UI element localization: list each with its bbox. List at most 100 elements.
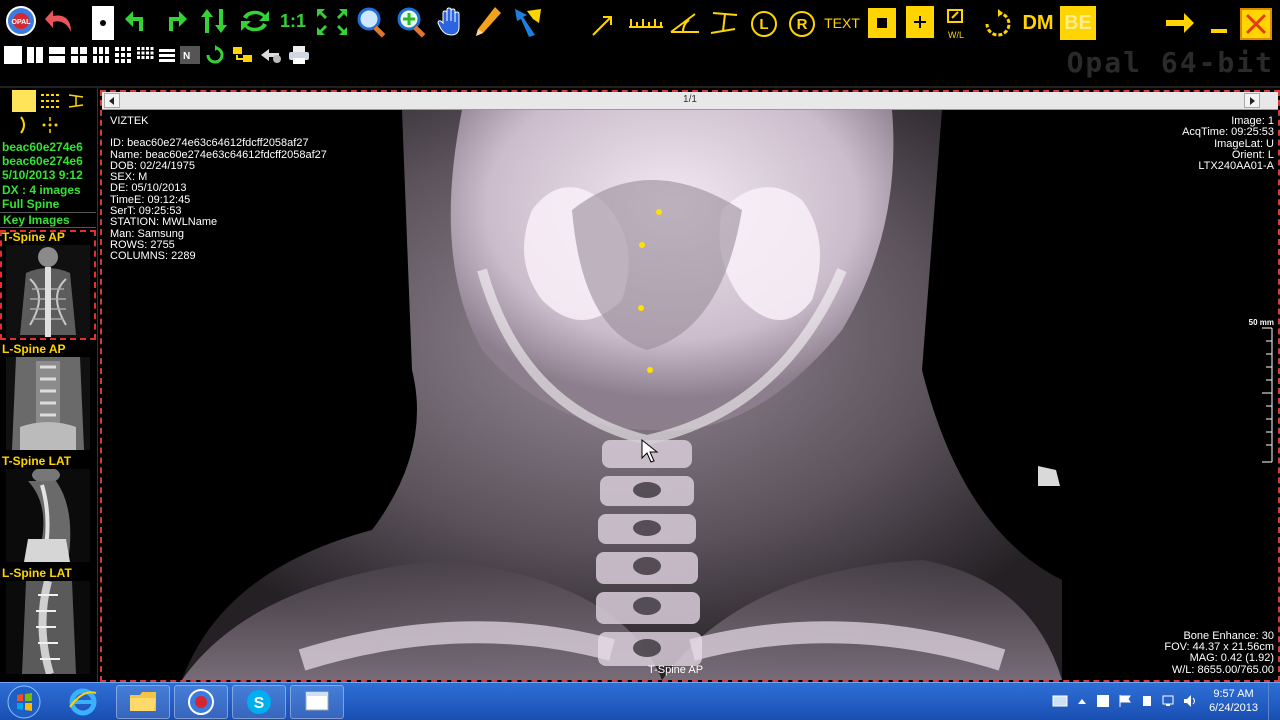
thumbnail-l-spine-ap[interactable]: L-Spine AP <box>0 342 96 452</box>
panel-dots-icon[interactable] <box>38 114 62 136</box>
network-icon[interactable] <box>1160 691 1178 711</box>
clock-time: 9:57 AM <box>1213 688 1254 700</box>
layout-3x2-icon[interactable] <box>92 46 110 64</box>
svg-text:S: S <box>254 695 265 712</box>
panel-sort-icon[interactable] <box>38 90 62 112</box>
panel-highlight-icon[interactable] <box>12 90 36 112</box>
pan-hand-icon[interactable] <box>434 6 466 38</box>
fit-to-window-icon[interactable] <box>314 6 350 38</box>
overlay-mag: MAG: 0.42 (1.92) <box>1189 652 1274 665</box>
zoom-icon[interactable] <box>394 4 430 40</box>
layout-3x3-icon[interactable] <box>114 46 132 64</box>
be-button[interactable]: BE <box>1060 6 1096 40</box>
panel-bracket-icon[interactable] <box>12 114 36 136</box>
layout-4x4-icon[interactable] <box>136 46 154 64</box>
svg-text:OPAL: OPAL <box>12 19 32 26</box>
layout-1x2-icon[interactable] <box>26 46 44 64</box>
cobb-angle-icon[interactable] <box>706 8 742 38</box>
undo-arrow-icon[interactable] <box>42 4 78 38</box>
series-link-icon[interactable] <box>230 44 256 66</box>
left-marker-label: L <box>759 15 769 33</box>
text-tool-label: TEXT <box>824 15 860 31</box>
overlay-institution: VIZTEK <box>110 115 149 127</box>
roi-square-icon[interactable] <box>868 8 896 38</box>
opal-app-icon[interactable] <box>174 685 228 719</box>
image-scrollbar[interactable]: 1/1 <box>102 92 1278 110</box>
layout-1x1-icon[interactable] <box>4 46 22 64</box>
thumbnail-t-spine-lat[interactable]: T-Spine LAT <box>0 454 96 564</box>
show-desktop-button[interactable] <box>1268 683 1280 720</box>
thumbnail-t-spine-ap[interactable]: T-Spine AP <box>0 230 96 340</box>
overlay-columns: COLUMNS: 2289 <box>110 250 196 263</box>
right-marker-label: R <box>796 15 808 33</box>
layout-2x2-icon[interactable] <box>70 46 88 64</box>
flag-icon[interactable] <box>1116 691 1134 711</box>
reset-icon[interactable] <box>982 8 1014 40</box>
thumbnail-label: T-Spine AP <box>2 230 65 244</box>
map-pin-icon[interactable] <box>510 4 546 40</box>
show-hidden-icons[interactable] <box>1074 691 1090 711</box>
system-clock[interactable]: 9:57 AM 6/24/2013 <box>1209 687 1258 715</box>
folder-window-icon[interactable] <box>290 685 344 719</box>
opal-logo-icon[interactable]: OPAL <box>4 4 38 38</box>
actual-size-icon[interactable]: 1:1 <box>276 6 310 36</box>
thumbnail-label: T-Spine LAT <box>2 454 72 468</box>
thumbnail-image <box>6 357 90 450</box>
print-icon[interactable] <box>286 44 312 66</box>
windows-taskbar: S 9:57 AM 6/24/2013 <box>0 682 1280 720</box>
flip-vertical-icon[interactable] <box>198 6 230 36</box>
internet-explorer-icon[interactable] <box>56 685 110 719</box>
tray-app-icon[interactable] <box>1094 691 1112 711</box>
magnifier-icon[interactable] <box>354 4 390 40</box>
minimize-icon[interactable] <box>1204 8 1234 38</box>
refresh-icon[interactable] <box>204 44 226 66</box>
send-icon[interactable] <box>258 44 284 66</box>
scroll-right-button[interactable] <box>1244 93 1260 108</box>
study-panel: beac60e274e6 beac60e274e6 5/10/2013 9:12… <box>0 88 98 682</box>
overlay-display-info: Bone Enhance: 30 FOV: 44.37 x 21.56cm MA… <box>1164 630 1274 676</box>
patient-name-line: beac60e274e6 <box>2 154 83 169</box>
ruler-tool-icon[interactable] <box>626 10 666 36</box>
dm-button[interactable]: DM <box>1018 6 1058 40</box>
system-tray: 9:57 AM 6/24/2013 <box>1020 683 1280 720</box>
action-center-icon[interactable] <box>1050 691 1070 711</box>
skype-icon[interactable]: S <box>232 685 286 719</box>
arrow-tool-icon[interactable] <box>588 10 618 40</box>
flip-horizontal-icon[interactable] <box>238 6 272 36</box>
power-icon[interactable] <box>1138 691 1156 711</box>
page-indicator: 1/1 <box>683 94 697 105</box>
overlay-window-level: W/L: 8655.00/765.00 <box>1171 663 1274 676</box>
next-arrow-icon[interactable] <box>1162 8 1198 38</box>
layout-list-icon[interactable] <box>158 46 176 64</box>
patient-id-line: beac60e274e6 <box>2 140 83 154</box>
add-annotation-icon[interactable] <box>906 6 934 38</box>
cursor-pointer-icon[interactable] <box>92 6 114 40</box>
key-images-tab[interactable]: Key Images <box>0 212 96 228</box>
clock-date: 6/24/2013 <box>1209 702 1258 714</box>
rotate-right-icon[interactable] <box>160 6 190 36</box>
notes-icon[interactable]: N <box>180 46 200 64</box>
right-marker-icon[interactable]: R <box>786 8 818 40</box>
pencil-icon[interactable] <box>472 4 504 40</box>
thumbnail-l-spine-lat[interactable]: L-Spine LAT <box>0 566 96 676</box>
toolbar-row-primary: OPAL 1:1 L R TEXT W/L DM BE <box>0 2 1280 42</box>
panel-angle-icon[interactable] <box>64 90 88 112</box>
thumbnail-image <box>6 581 90 674</box>
text-tool-icon[interactable]: TEXT <box>822 10 862 36</box>
angle-tool-icon[interactable] <box>668 8 702 38</box>
close-icon[interactable] <box>1240 8 1272 40</box>
overlay-series-name: T-Spine AP <box>648 663 704 676</box>
layout-2x1-icon[interactable] <box>48 46 66 64</box>
volume-icon[interactable] <box>1182 691 1200 711</box>
left-marker-icon[interactable]: L <box>748 8 780 40</box>
thumbnail-label: L-Spine LAT <box>2 566 72 580</box>
actual-size-label: 1:1 <box>279 10 306 31</box>
thumbnail-label: L-Spine AP <box>2 342 66 356</box>
rotate-left-icon[interactable] <box>122 6 152 36</box>
window-level-icon[interactable]: W/L <box>942 6 974 40</box>
start-button[interactable] <box>2 685 46 719</box>
file-explorer-icon[interactable] <box>116 685 170 719</box>
study-description: Full Spine <box>2 196 60 211</box>
toolbar-divider <box>0 86 1280 88</box>
image-viewport[interactable]: 1/1 VIZTEK ID: beac60e274e63c64612fdcff2… <box>100 90 1280 682</box>
